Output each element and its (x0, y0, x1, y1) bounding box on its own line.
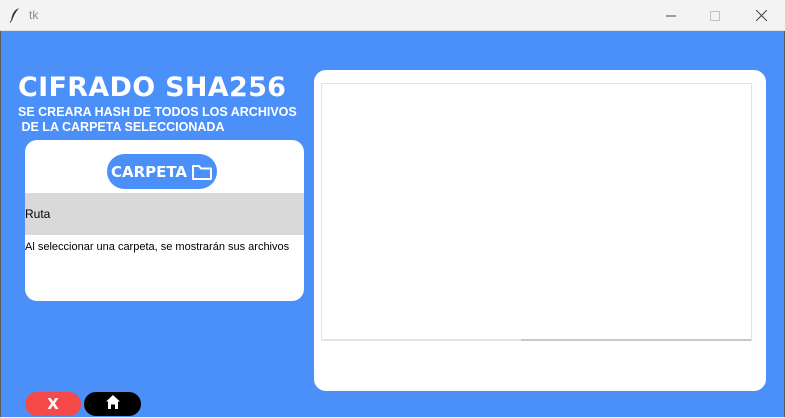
file-list[interactable] (321, 83, 752, 341)
scrollbar-thumb[interactable] (521, 339, 751, 341)
exit-button[interactable]: X (25, 392, 81, 416)
folder-button-label: CARPETA (110, 162, 188, 181)
close-icon (755, 6, 767, 25)
minimize-icon (666, 6, 676, 25)
page-subtitle: SE CREARA HASH DE TODOS LOS ARCHIVOS DE … (18, 105, 297, 134)
folder-icon (191, 163, 213, 181)
maximize-button[interactable] (692, 0, 738, 31)
feather-icon (8, 7, 22, 23)
close-window-button[interactable] (738, 0, 784, 31)
hint-text: Al seleccionar una carpeta, se mostrarán… (25, 241, 290, 253)
page-title: CIFRADO SHA256 (18, 72, 287, 103)
maximize-icon (710, 6, 720, 25)
exit-button-label: X (47, 395, 59, 413)
home-icon (105, 394, 121, 414)
route-label: Ruta (25, 207, 51, 221)
window-title: tk (29, 8, 39, 22)
horizontal-scrollbar[interactable] (321, 339, 751, 342)
route-display: Ruta (25, 193, 304, 235)
app-body: CIFRADO SHA256 SE CREARA HASH DE TODOS L… (0, 31, 785, 417)
home-button[interactable] (84, 392, 141, 416)
minimize-button[interactable] (648, 0, 694, 31)
select-folder-button[interactable]: CARPETA (107, 154, 217, 189)
folder-selection-card: CARPETA Ruta Al seleccionar una carpeta,… (25, 140, 304, 301)
title-bar: tk (0, 0, 785, 31)
files-panel (314, 70, 766, 391)
